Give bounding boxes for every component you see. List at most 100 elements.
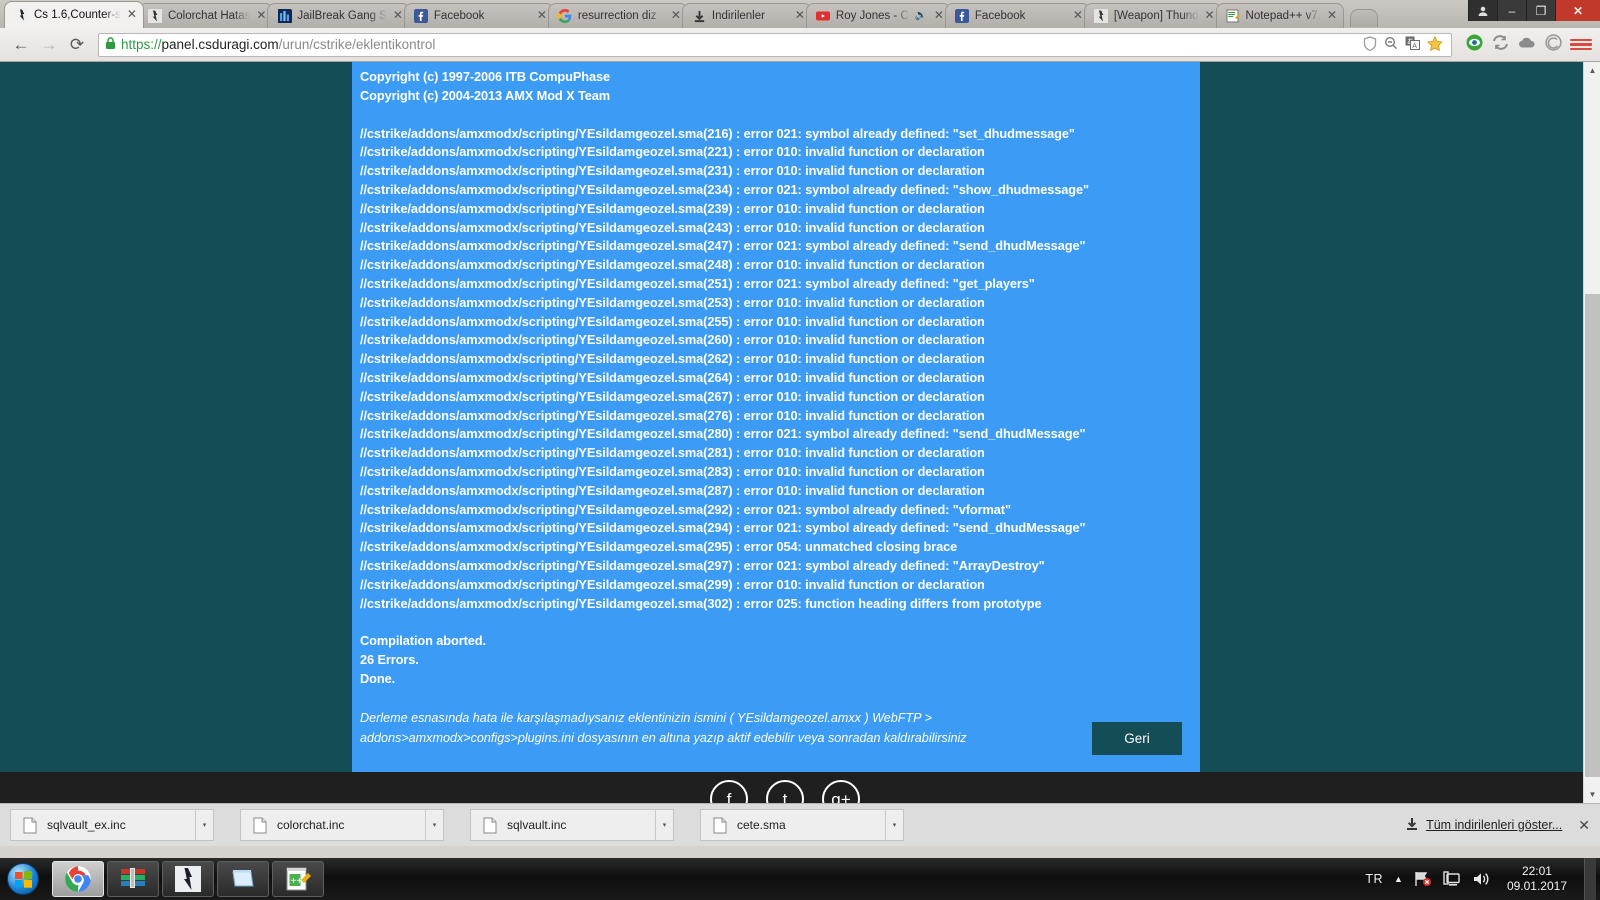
downloads-shelf: sqlvault_ex.inc ▾ colorchat.inc ▾ sqlvau…: [0, 803, 1600, 846]
file-icon: [479, 817, 501, 834]
show-hidden-icons-arrow[interactable]: ▲: [1394, 874, 1403, 884]
adblock-icon[interactable]: [1466, 34, 1483, 55]
close-icon[interactable]: ✕: [1203, 9, 1217, 23]
clock-date: 09.01.2017: [1506, 879, 1567, 893]
spiral-icon[interactable]: [1545, 34, 1562, 55]
url-host: panel.csduragi.com: [161, 37, 279, 52]
file-icon: [19, 817, 41, 834]
error-line: //cstrike/addons/amxmodx/scripting/YEsil…: [360, 595, 1042, 611]
error-line: //cstrike/addons/amxmodx/scripting/YEsil…: [360, 219, 985, 235]
address-bar[interactable]: https:// panel.csduragi.com /urun/cstrik…: [98, 32, 1452, 57]
notepadpp-taskbar-icon[interactable]: ++: [272, 861, 324, 897]
tab-label: Colorchat Hatas: [167, 10, 251, 22]
cs-icon: [14, 8, 29, 23]
twitter-icon[interactable]: t: [766, 780, 804, 803]
browser-tab[interactable]: Facebook ✕: [944, 3, 1090, 28]
restore-button[interactable]: ❐: [1526, 0, 1555, 21]
close-icon[interactable]: ✕: [1071, 9, 1085, 23]
windows-start-icon[interactable]: [0, 859, 46, 899]
compiler-output-panel: Copyright (c) 1997-2006 ITB CompuPhase C…: [352, 62, 1200, 772]
minimize-button[interactable]: –: [1497, 0, 1526, 21]
winrar-taskbar-icon[interactable]: [107, 861, 159, 897]
close-icon[interactable]: ✕: [535, 9, 549, 23]
speaker-icon[interactable]: 🔊: [914, 9, 928, 23]
cs-icon: [1094, 9, 1109, 24]
download-icon: [1405, 817, 1419, 834]
chevron-down-icon[interactable]: ▾: [655, 810, 673, 840]
download-item[interactable]: sqlvault.inc ▾: [470, 809, 674, 841]
scroll-up-arrow[interactable]: ▲: [1584, 62, 1600, 79]
close-icon[interactable]: ✕: [254, 9, 268, 23]
forward-button[interactable]: →: [36, 32, 62, 58]
zoom-out-icon[interactable]: [1384, 36, 1398, 53]
browser-tab[interactable]: Colorchat Hatas ✕: [137, 3, 274, 28]
page-scrollbar[interactable]: ▲ ▼: [1583, 62, 1600, 803]
close-shelf-icon[interactable]: ✕: [1578, 817, 1590, 834]
social-links: f t g+: [710, 780, 860, 803]
show-all-downloads-link[interactable]: Tüm indirilenleri göster...: [1405, 817, 1562, 834]
show-desktop-button[interactable]: [1584, 858, 1596, 900]
browser-tab[interactable]: JailBreak Gang S ✕: [267, 3, 410, 28]
error-line: //cstrike/addons/amxmodx/scripting/YEsil…: [360, 539, 958, 555]
error-line: //cstrike/addons/amxmodx/scripting/YEsil…: [360, 369, 985, 385]
counter-strike-taskbar-icon[interactable]: [162, 861, 214, 897]
user-icon[interactable]: [1468, 0, 1497, 21]
chevron-down-icon[interactable]: ▾: [195, 810, 213, 840]
chrome-taskbar-icon[interactable]: [52, 861, 104, 897]
chrome-menu-icon[interactable]: [1570, 38, 1592, 51]
facebook-icon[interactable]: f: [710, 780, 748, 803]
close-icon[interactable]: ✕: [125, 8, 139, 22]
tab-label: Notepad++ v7.: [1245, 10, 1321, 22]
error-line: //cstrike/addons/amxmodx/scripting/YEsil…: [360, 463, 985, 479]
notepad-taskbar-icon[interactable]: [217, 861, 269, 897]
error-line: //cstrike/addons/amxmodx/scripting/YEsil…: [360, 576, 985, 592]
browser-tab[interactable]: Roy Jones - C 🔊 ✕: [805, 3, 951, 28]
taskbar-clock[interactable]: 22:01 09.01.2017: [1501, 864, 1573, 894]
tab-label: Roy Jones - C: [835, 10, 909, 22]
error-line: //cstrike/addons/amxmodx/scripting/YEsil…: [360, 275, 1035, 291]
scrollbar-thumb[interactable]: [1585, 294, 1600, 777]
instruction-note: Derleme esnasında hata ile karşılaşmadıy…: [360, 710, 932, 725]
browser-tab[interactable]: Notepad++ v7. ✕: [1215, 3, 1344, 28]
translate-icon[interactable]: あA: [1405, 36, 1420, 53]
bookmark-star-icon[interactable]: [1427, 35, 1443, 54]
display-icon[interactable]: [1443, 871, 1461, 887]
close-window-button[interactable]: ✕: [1555, 0, 1600, 21]
browser-tab[interactable]: Cs 1.6,Counter-s ✕: [4, 1, 144, 28]
shield-icon[interactable]: [1363, 35, 1377, 54]
reload-button[interactable]: ⟳: [64, 32, 90, 58]
back-button[interactable]: ←: [8, 32, 34, 58]
close-icon[interactable]: ✕: [793, 9, 807, 23]
scroll-down-arrow[interactable]: ▼: [1584, 786, 1600, 803]
language-indicator[interactable]: TR: [1365, 872, 1383, 886]
close-icon[interactable]: ✕: [669, 9, 683, 23]
summary-line: Done.: [360, 670, 396, 686]
download-item[interactable]: colorchat.inc ▾: [240, 809, 444, 841]
cs-icon: [148, 9, 163, 24]
page-viewport: Copyright (c) 1997-2006 ITB CompuPhase C…: [0, 62, 1600, 803]
new-tab-button[interactable]: [1349, 9, 1378, 27]
geri-button[interactable]: Geri: [1092, 722, 1182, 755]
browser-tab[interactable]: [Weapon] Thund ✕: [1083, 3, 1222, 28]
close-icon[interactable]: ✕: [1325, 9, 1339, 23]
chevron-down-icon[interactable]: ▾: [885, 810, 903, 840]
error-line: //cstrike/addons/amxmodx/scripting/YEsil…: [360, 445, 985, 461]
volume-icon[interactable]: [1472, 871, 1490, 887]
summary-line: 26 Errors.: [360, 652, 419, 668]
cloud-icon[interactable]: [1518, 36, 1536, 54]
browser-tab[interactable]: İndirilenler ✕: [681, 3, 812, 28]
close-icon[interactable]: ✕: [391, 9, 405, 23]
browser-tab[interactable]: Facebook ✕: [403, 3, 554, 28]
sync-icon[interactable]: [1492, 35, 1509, 54]
youtube-icon: [816, 9, 831, 24]
google-plus-icon[interactable]: g+: [822, 780, 860, 803]
download-item[interactable]: cete.sma ▾: [700, 809, 904, 841]
chevron-down-icon[interactable]: ▾: [425, 810, 443, 840]
browser-tab[interactable]: resurrection diz ✕: [547, 3, 688, 28]
download-item[interactable]: sqlvault_ex.inc ▾: [10, 809, 214, 841]
close-icon[interactable]: ✕: [932, 9, 946, 23]
network-error-icon[interactable]: [1414, 871, 1432, 887]
url-scheme: https://: [121, 37, 162, 52]
